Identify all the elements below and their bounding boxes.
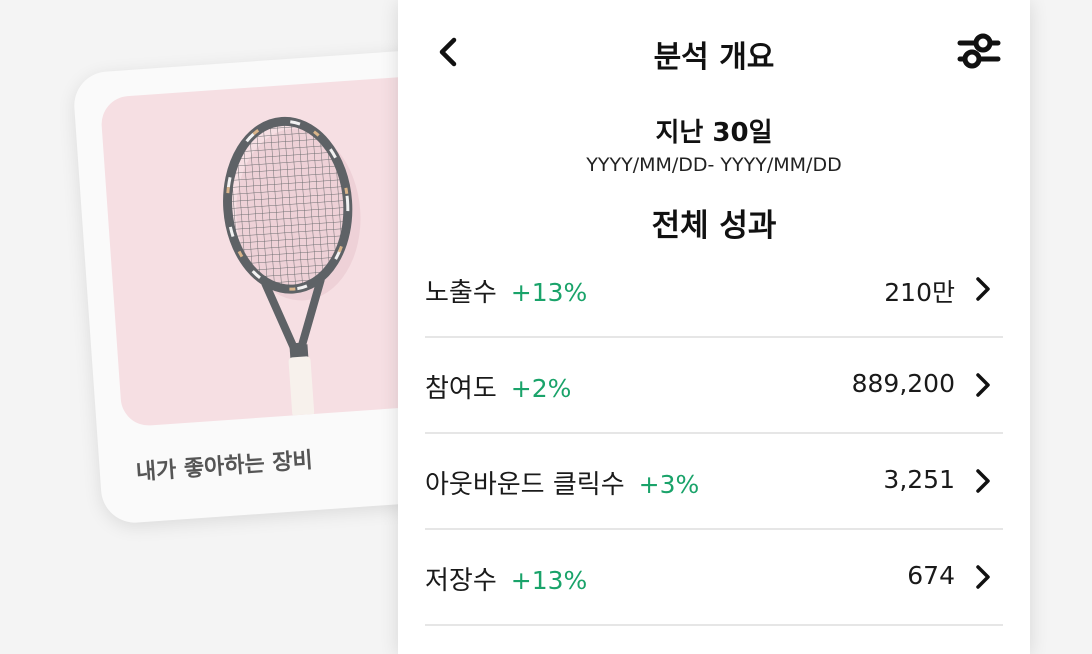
metrics-list: 노출수 +13% 210만 참여도 +2% 889,200 아웃바운드 클릭수 +3%…	[425, 242, 1003, 626]
metric-label: 아웃바운드 클릭수	[425, 470, 625, 500]
header: 분석 개요	[398, 0, 1030, 104]
metric-change: +2%	[510, 374, 572, 403]
chevron-right-icon	[976, 565, 990, 589]
period-label: 지난 30일	[655, 118, 773, 148]
metric-change: +13%	[510, 278, 588, 307]
metric-change: +3%	[638, 470, 700, 499]
section-title: 전체 성과	[651, 208, 777, 244]
metric-change: +13%	[510, 566, 588, 595]
date-range: YYYY/MM/DD- YYYY/MM/DD	[586, 154, 842, 176]
chevron-right-icon	[976, 277, 990, 301]
metric-row-engagement[interactable]: 참여도 +2% 889,200	[425, 338, 1003, 434]
metric-row-saves[interactable]: 저장수 +13% 674	[425, 530, 1003, 626]
metric-row-outbound-clicks[interactable]: 아웃바운드 클릭수 +3% 3,251	[425, 434, 1003, 530]
analytics-panel: 분석 개요 지난 30일 YYYY/MM/DD- YYYY/MM/DD 전체 성…	[398, 0, 1030, 654]
metric-row-impressions[interactable]: 노출수 +13% 210만	[425, 242, 1003, 338]
sliders-icon	[957, 33, 1001, 69]
metric-label: 저장수	[425, 566, 497, 596]
metric-value: 889,200	[851, 369, 955, 398]
metric-label: 노출수	[425, 278, 497, 308]
metric-value: 674	[907, 561, 955, 590]
chevron-right-icon	[976, 469, 990, 493]
metric-value: 3,251	[883, 465, 955, 494]
pin-caption: 내가 좋아하는 장비	[135, 448, 314, 486]
metric-value: 210만	[884, 278, 955, 307]
chevron-right-icon	[976, 373, 990, 397]
metric-label: 참여도	[425, 374, 497, 404]
page-title: 분석 개요	[653, 40, 775, 75]
filter-button[interactable]	[956, 30, 1002, 72]
